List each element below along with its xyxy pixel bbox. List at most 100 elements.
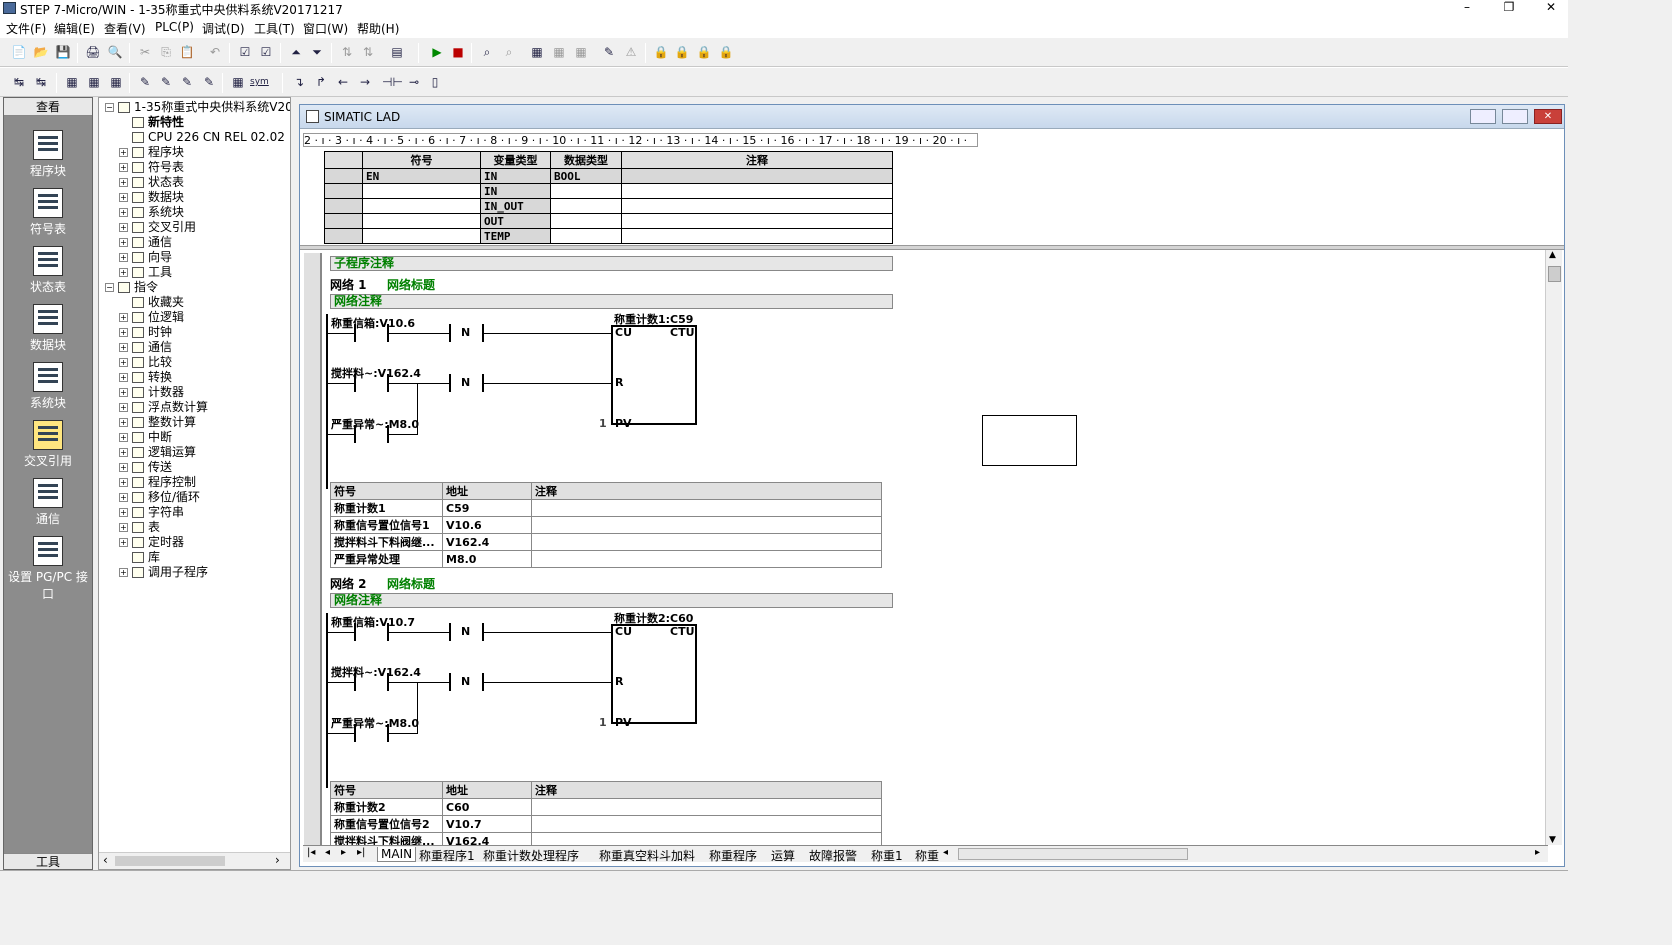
nav-system-block[interactable]: 系统块 <box>4 362 92 411</box>
tree-node[interactable]: + 移位/循环 <box>119 490 200 505</box>
network-comment[interactable]: 网络注释 <box>330 593 893 608</box>
tree-node[interactable]: + 状态表 <box>119 175 184 190</box>
menu-window[interactable]: 窗口(W) <box>303 20 348 37</box>
hscroll-thumb[interactable] <box>958 848 1188 860</box>
var-cell[interactable] <box>362 183 481 199</box>
tree-node[interactable]: + 程序块 <box>119 145 184 160</box>
expand-icon[interactable]: + <box>119 418 128 427</box>
sort-desc-icon[interactable]: ⇅ <box>359 43 377 61</box>
scroll-left-icon[interactable]: ‹ <box>103 853 108 867</box>
tree-node[interactable]: + 整数计算 <box>119 415 196 430</box>
expand-icon[interactable]: + <box>119 523 128 532</box>
menu-plc[interactable]: PLC(P) <box>155 20 194 34</box>
split-bar[interactable] <box>300 245 1564 250</box>
coil-icon[interactable]: ⊸ <box>405 73 423 91</box>
expand-icon[interactable]: + <box>119 178 128 187</box>
delete-network-icon[interactable]: ↹ <box>32 73 50 91</box>
contact-3-address[interactable]: 严重异常~:M8.0 <box>331 715 419 731</box>
tree-node[interactable]: + 程序控制 <box>119 475 196 490</box>
contact-2-address[interactable]: 搅拌料~:V162.4 <box>331 664 421 680</box>
collapse-icon[interactable]: − <box>105 103 114 112</box>
insert-network-icon[interactable]: ↹ <box>10 73 28 91</box>
print-preview-icon[interactable]: 🔍 <box>106 43 124 61</box>
tree-node[interactable]: + 传送 <box>119 460 172 475</box>
tree-node[interactable]: + 调用子程序 <box>119 565 208 580</box>
contact-1-address[interactable]: 称重信箱:V10.7 <box>331 614 415 630</box>
print-icon[interactable]: 🖨 <box>84 43 102 61</box>
expand-icon[interactable]: + <box>119 448 128 457</box>
collapse-icon[interactable]: − <box>105 283 114 292</box>
hscroll-right-icon[interactable]: ▸ <box>1535 847 1540 858</box>
tree-node[interactable]: + 计数器 <box>119 385 184 400</box>
tree-node[interactable]: 库 <box>119 550 160 565</box>
next-bookmark-icon[interactable]: ✎ <box>157 73 175 91</box>
subroutine-comment[interactable]: 子程序注释 <box>330 256 893 271</box>
editor-close-button[interactable]: ✕ <box>1534 109 1562 124</box>
var-row-handle[interactable] <box>324 213 363 229</box>
toggle-poe-icon[interactable]: ▦ <box>63 73 81 91</box>
var-cell[interactable] <box>362 198 481 214</box>
copy-icon[interactable]: ⎘ <box>157 43 175 61</box>
trend-icon[interactable]: ⌕ <box>500 43 518 61</box>
line-left-icon[interactable]: ← <box>334 73 352 91</box>
nav-communications[interactable]: 通信 <box>4 478 92 527</box>
line-up-icon[interactable]: ↱ <box>312 73 330 91</box>
expand-icon[interactable]: + <box>119 433 128 442</box>
options-icon[interactable]: ▤ <box>388 43 406 61</box>
var-cell[interactable] <box>550 228 622 244</box>
expand-icon[interactable]: + <box>119 328 128 337</box>
nav-set-pgpc-interface[interactable]: 设置 PG/PC 接口 <box>4 536 92 602</box>
undo-icon[interactable]: ↶ <box>206 43 224 61</box>
expand-icon[interactable]: + <box>119 268 128 277</box>
tab-weigh-program-1[interactable]: 称重程序1 <box>419 847 475 864</box>
nav-data-block[interactable]: 数据块 <box>4 304 92 353</box>
unlock-icon[interactable]: 🔒 <box>673 43 691 61</box>
menu-file[interactable]: 文件(F) <box>6 20 46 37</box>
network-comment[interactable]: 网络注释 <box>330 294 893 309</box>
tab-fault-alarm[interactable]: 故障报警 <box>809 847 857 864</box>
tree-node[interactable]: + 表 <box>119 520 160 535</box>
sort-asc-icon[interactable]: ⇅ <box>338 43 356 61</box>
lock-icon[interactable]: 🔒 <box>652 43 670 61</box>
expand-icon[interactable]: + <box>119 238 128 247</box>
expand-icon[interactable]: + <box>119 343 128 352</box>
expand-icon[interactable]: + <box>119 373 128 382</box>
line-right-icon[interactable]: → <box>356 73 374 91</box>
var-cell[interactable] <box>362 228 481 244</box>
var-cell[interactable] <box>550 183 622 199</box>
nav-cross-reference[interactable]: 交叉引用 <box>4 420 92 469</box>
tab-last-icon[interactable]: ▸| <box>357 847 365 858</box>
var-cell[interactable] <box>621 198 893 214</box>
tree-node[interactable]: + 向导 <box>119 250 172 265</box>
minimize-button[interactable]: – <box>1452 0 1482 16</box>
nav-header[interactable]: 查看 <box>4 98 92 116</box>
var-cell[interactable]: EN <box>362 168 481 184</box>
scroll-thumb[interactable] <box>115 856 225 866</box>
neg-edge-2[interactable]: N <box>461 376 470 389</box>
force-icon[interactable]: ✎ <box>600 43 618 61</box>
line-down-icon[interactable]: ↴ <box>290 73 308 91</box>
tree-node[interactable]: + 中断 <box>119 430 172 445</box>
var-row-handle[interactable] <box>324 168 363 184</box>
upload-icon[interactable]: ⏶ <box>287 43 305 61</box>
nav-status-table[interactable]: 状态表 <box>4 246 92 295</box>
expand-icon[interactable]: + <box>119 568 128 577</box>
paste-icon[interactable]: 📋 <box>178 43 196 61</box>
tree-node[interactable]: 新特性 <box>119 115 184 130</box>
tab-weigh-vacuum-hopper[interactable]: 称重真空料斗加料 <box>599 847 695 864</box>
maximize-button[interactable]: ❐ <box>1494 0 1524 16</box>
expand-icon[interactable]: + <box>119 403 128 412</box>
expand-icon[interactable]: + <box>119 463 128 472</box>
var-cell[interactable]: TEMP <box>480 228 551 244</box>
editor-vscroll[interactable]: ▲ ▼ <box>1545 250 1562 845</box>
tab-next-icon[interactable]: ▸ <box>341 847 346 858</box>
compile-all-icon[interactable]: ☑ <box>257 43 275 61</box>
toggle-network-comment-icon[interactable]: ▦ <box>85 73 103 91</box>
nav-program-block[interactable]: 程序块 <box>4 130 92 179</box>
program-status-icon[interactable]: ⌕ <box>478 43 496 61</box>
single-read-icon[interactable]: ▦ <box>550 43 568 61</box>
editor-restore-button[interactable] <box>1502 109 1528 124</box>
contact-3-address[interactable]: 严重异常~:M8.0 <box>331 416 419 432</box>
open-icon[interactable]: 📂 <box>32 43 50 61</box>
tree-node[interactable]: + 逻辑运算 <box>119 445 196 460</box>
